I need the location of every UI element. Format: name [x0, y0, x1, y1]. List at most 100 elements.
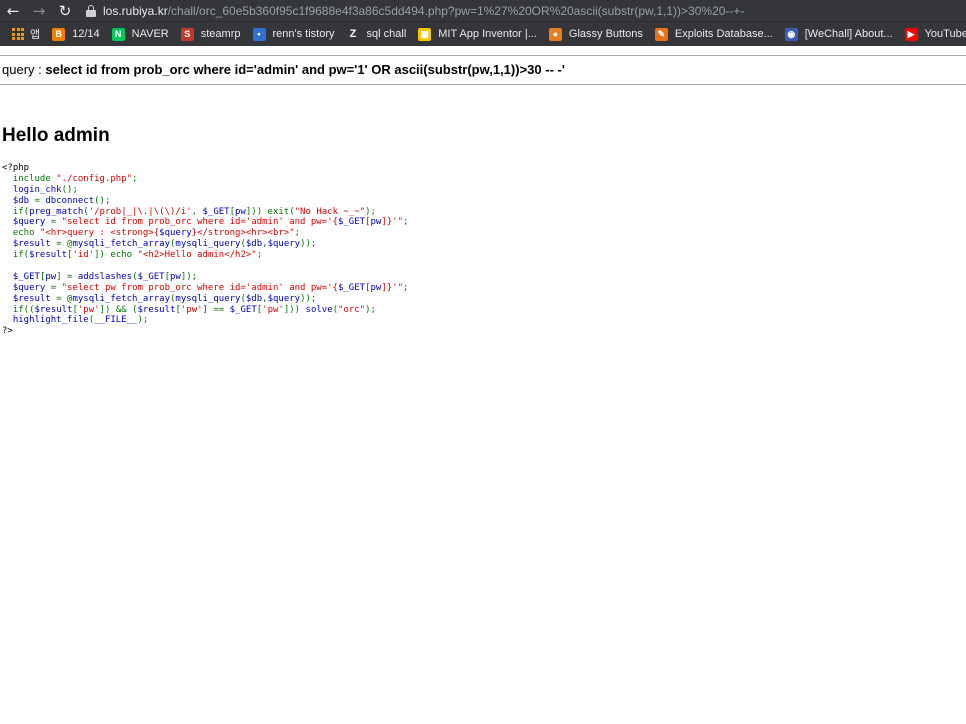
- bookmark-item[interactable]: ▶ YouTube: [900, 22, 966, 46]
- code-token: $_GET: [202, 206, 230, 217]
- code-token: include: [2, 173, 57, 184]
- code-token: $_GET: [337, 282, 366, 293]
- code-token: ,: [191, 206, 203, 217]
- arrow-left-icon[interactable]: ←: [0, 0, 26, 21]
- hello-heading: Hello admin: [2, 125, 110, 146]
- code-token: dbconnect: [45, 195, 95, 206]
- code-line: $result = @mysqli_fetch_array(mysqli_que…: [2, 239, 408, 250]
- bookmark-item[interactable]: ✎ Exploits Database...: [650, 22, 780, 46]
- bookmark-item[interactable]: ▦ MIT App Inventor |...: [413, 22, 544, 46]
- bookmark-label: YouTube: [924, 28, 966, 40]
- bookmark-item[interactable]: 앱: [0, 22, 47, 46]
- glassy-buttons-icon: ●: [548, 27, 562, 41]
- code-token: "select pw from prob_orc where id='admin…: [61, 282, 338, 293]
- bookmark-label: NAVER: [131, 28, 169, 40]
- query-line: query : select id from prob_orc where id…: [2, 62, 565, 77]
- bookmark-label: Glassy Buttons: [568, 28, 643, 40]
- code-token: $_GET: [337, 217, 366, 228]
- query-label: query :: [2, 62, 46, 77]
- code-line: $db = dbconnect();: [2, 196, 408, 207]
- code-token: $_GET: [229, 304, 257, 315]
- code-token: echo: [2, 228, 40, 239]
- code-token: 'pw': [77, 304, 100, 315]
- apps-icon: [12, 28, 24, 40]
- bookmark-item[interactable]: • renn's tistory: [248, 22, 342, 46]
- code-token: );: [137, 315, 149, 326]
- code-token: $result: [2, 239, 57, 250]
- bookmark-item[interactable]: Zsql chall: [342, 22, 414, 46]
- bookmark-item[interactable]: ◉ [WeChall] About...: [780, 22, 900, 46]
- code-token: =: [34, 195, 46, 206]
- code-line: login_chk();: [2, 185, 408, 196]
- code-token: addslashes: [77, 271, 133, 282]
- reload-icon[interactable]: ↻: [52, 0, 78, 21]
- bookmark-label: Exploits Database...: [674, 28, 773, 40]
- code-line: $query = "select pw from prob_orc where …: [2, 282, 409, 294]
- address-bar[interactable]: los.rubiya.kr/chall/orc_60e5b360f95c1f96…: [82, 1, 966, 20]
- code-token: $query: [267, 239, 301, 250]
- steam-icon: S: [180, 27, 194, 41]
- bookmark-item[interactable]: B 12/14: [47, 22, 107, 46]
- code-line: highlight_file(__FILE__);: [2, 315, 408, 326]
- code-token: ?>: [2, 326, 13, 337]
- code-token: $query: [2, 282, 51, 293]
- code-token: '/prob|_|\.|\(\)/i': [88, 206, 192, 217]
- code-token: mysqli_query: [175, 239, 241, 250]
- code-token: $db: [245, 293, 263, 304]
- code-token: =: [50, 217, 62, 228]
- app-inventor-icon: ▦: [418, 27, 432, 41]
- code-token: $_GET: [2, 271, 40, 282]
- code-token: ));: [300, 239, 317, 250]
- code-token: mysqli_fetch_array: [72, 293, 170, 304]
- code-token: $result: [2, 293, 57, 304]
- code-token: = @: [56, 293, 73, 304]
- code-token: ]) && (: [99, 304, 138, 315]
- code-line: $query = "select id from prob_orc where …: [2, 217, 409, 228]
- code-token: );: [365, 304, 376, 315]
- code-line: $result = @mysqli_fetch_array(mysqli_que…: [2, 294, 408, 305]
- code-token: solve: [305, 304, 333, 315]
- youtube-icon: ▶: [904, 27, 918, 41]
- code-token: <?php: [2, 163, 30, 173]
- lock-icon[interactable]: [86, 4, 96, 17]
- bookmark-item[interactable]: Ssteamrp: [176, 22, 248, 46]
- code-token: $query: [159, 228, 192, 239]
- bookmark-label: renn's tistory: [272, 28, 335, 40]
- code-token: "select id from prob_orc where id='admin…: [61, 217, 338, 228]
- bookmark-label: 12/14: [72, 28, 100, 40]
- tistory-icon: •: [252, 27, 266, 41]
- code-token: $result: [29, 250, 68, 261]
- bookmarks-bar: 앱 B 12/14 N NAVER Ssteamrp • renn's tistory Zsql…: [0, 21, 966, 46]
- code-token: pw: [170, 271, 181, 282]
- code-token: 'pw': [262, 304, 284, 315]
- bookmark-item[interactable]: N NAVER: [107, 22, 176, 46]
- hr-top: [0, 55, 966, 56]
- z-icon: Z: [346, 27, 360, 41]
- code-token: ]);: [180, 271, 198, 282]
- code-token: ] ==: [202, 304, 230, 315]
- code-token: if((: [2, 304, 35, 315]
- code-token: "./config.php": [56, 173, 133, 184]
- code-line: if(preg_match('/prob|_|\.|\(\)/i', $_GET…: [2, 207, 408, 218]
- code-token: ();: [94, 195, 111, 206]
- code-token: "No Hack ~_~": [294, 206, 366, 217]
- exploit-db-icon: ✎: [654, 27, 668, 41]
- code-token: __FILE__: [94, 315, 138, 326]
- arrow-right-icon[interactable]: →: [26, 0, 52, 21]
- code-token: if(: [2, 250, 30, 261]
- bookmark-label: [WeChall] About...: [804, 28, 893, 40]
- wechall-icon: ◉: [784, 27, 798, 41]
- code-line: ?>: [2, 326, 408, 337]
- code-token: $result: [34, 304, 73, 315]
- php-source-code: <?php include "./config.php"; login_chk(…: [2, 163, 408, 337]
- code-token: $db: [245, 239, 263, 250]
- code-line: echo "<hr>query : <strong>{$query}</stro…: [2, 228, 408, 239]
- bookmark-item[interactable]: ● Glassy Buttons: [544, 22, 650, 46]
- code-token: }</strong><hr><br>": [191, 228, 295, 239]
- code-token: $db: [2, 195, 35, 206]
- code-token: ])) exit(: [245, 206, 295, 217]
- code-token: ;: [132, 173, 138, 184]
- bookmark-label: sql chall: [366, 28, 407, 40]
- code-token: $_GET: [137, 271, 165, 282]
